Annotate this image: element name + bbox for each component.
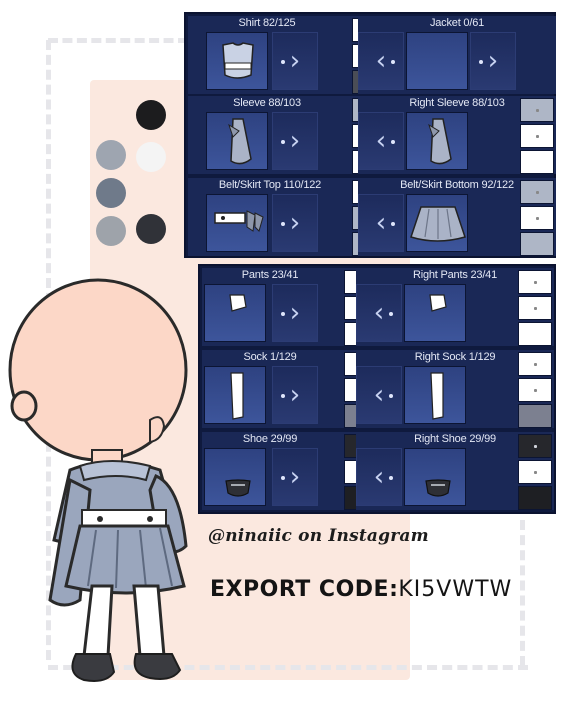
outfit-panel-bottom: Pants 23/41 › Right Pants 23/41 ‹ Sock 1… <box>198 264 556 514</box>
outfit-panel-top: Shirt 82/125 › Jacket 0/61 ‹ › Sleeve 88… <box>184 12 556 258</box>
outfit-cell-shoe[interactable]: Shoe 29/99 › <box>202 432 378 510</box>
color-slot[interactable] <box>518 296 552 320</box>
outfit-cell-jacket[interactable]: Jacket 0/61 ‹ › <box>358 16 556 94</box>
export-code-label: EXPORT CODE: <box>210 577 399 602</box>
cell-label: Belt/Skirt Top 110/122 <box>218 179 322 191</box>
item-preview[interactable] <box>204 366 266 424</box>
prev-item-button[interactable]: ‹ <box>358 112 404 170</box>
color-swatch <box>136 100 166 130</box>
color-slots <box>518 96 554 174</box>
character-leg-right <box>132 584 166 661</box>
next-item-button[interactable]: › <box>470 32 516 90</box>
export-code-line: EXPORT CODE:KI5VWTW <box>210 577 512 602</box>
instagram-credit: @ninaiic on Instagram <box>208 526 429 546</box>
sleeve-icon <box>228 118 252 165</box>
character-ear <box>10 390 38 422</box>
shoe-icon <box>225 479 251 497</box>
sock-icon <box>230 372 244 420</box>
outfit-cell-right-shoe[interactable]: Right Shoe 29/99 ‹ <box>356 432 554 510</box>
next-item-button[interactable]: › <box>272 32 318 90</box>
item-preview[interactable] <box>406 32 468 90</box>
item-preview[interactable] <box>404 284 466 342</box>
next-item-button[interactable]: › <box>272 284 318 342</box>
color-slots <box>516 350 552 428</box>
outfit-cell-sleeve[interactable]: Sleeve 88/103 › <box>188 96 386 174</box>
next-item-button[interactable]: › <box>272 448 318 506</box>
outfit-cell-belt-skirt-top[interactable]: Belt/Skirt Top 110/122 › <box>188 178 386 256</box>
cell-label: Pants 23/41 <box>241 269 299 281</box>
outfit-cell-right-pants[interactable]: Right Pants 23/41 ‹ <box>356 268 554 346</box>
dashed-frame-right <box>520 520 525 666</box>
outfit-cell-right-sock[interactable]: Right Sock 1/129 ‹ <box>356 350 554 428</box>
item-preview[interactable] <box>404 448 466 506</box>
prev-item-button[interactable]: ‹ <box>358 194 404 252</box>
screenshot-stage: Shirt 82/125 › Jacket 0/61 ‹ › Sleeve 88… <box>0 0 564 705</box>
color-slot[interactable] <box>518 404 552 428</box>
color-slot[interactable] <box>520 180 554 204</box>
next-item-button[interactable]: › <box>272 112 318 170</box>
color-slot[interactable] <box>518 486 552 510</box>
sleeve-icon <box>428 118 452 165</box>
color-slots <box>516 432 552 510</box>
outfit-cell-pants[interactable]: Pants 23/41 › <box>202 268 378 346</box>
cell-label: Jacket 0/61 <box>429 17 485 29</box>
prev-item-button[interactable]: ‹ <box>356 366 402 424</box>
color-slot[interactable] <box>520 124 554 148</box>
color-slot[interactable] <box>518 352 552 376</box>
color-swatch <box>96 178 126 208</box>
outfit-cell-shirt[interactable]: Shirt 82/125 › <box>188 16 386 94</box>
cell-label: Sock 1/129 <box>243 351 297 363</box>
color-slot[interactable] <box>518 378 552 402</box>
item-preview[interactable] <box>206 112 268 170</box>
color-slot[interactable] <box>518 434 552 458</box>
color-swatch <box>136 214 166 244</box>
export-code-value: KI5VWTW <box>398 577 513 602</box>
color-swatch <box>96 140 126 170</box>
item-preview[interactable] <box>406 194 468 252</box>
item-preview[interactable] <box>404 366 466 424</box>
sock-icon <box>430 372 444 420</box>
color-slot[interactable] <box>518 322 552 346</box>
character-shoe-left <box>71 653 116 682</box>
item-preview[interactable] <box>204 284 266 342</box>
color-slots <box>518 178 554 256</box>
next-item-button[interactable]: › <box>272 194 318 252</box>
item-preview[interactable] <box>206 194 268 252</box>
color-slot[interactable] <box>520 232 554 256</box>
pants-icon <box>429 294 447 312</box>
item-preview[interactable] <box>206 32 268 90</box>
color-swatch <box>96 216 126 246</box>
shirt-icon <box>222 42 254 79</box>
cell-label: Shirt 82/125 <box>238 17 296 29</box>
prev-item-button[interactable]: ‹ <box>356 284 402 342</box>
character-leg-left <box>82 584 114 661</box>
color-swatch <box>136 142 166 172</box>
color-slot[interactable] <box>520 206 554 230</box>
next-item-button[interactable]: › <box>272 366 318 424</box>
color-slot[interactable] <box>518 270 552 294</box>
item-preview[interactable] <box>204 448 266 506</box>
cell-label: Shoe 29/99 <box>242 433 298 445</box>
outfit-cell-belt-skirt-bottom[interactable]: Belt/Skirt Bottom 92/122 ‹ <box>358 178 556 256</box>
skirt-icon <box>410 206 466 242</box>
prev-item-button[interactable]: ‹ <box>358 32 404 90</box>
belt-icon <box>214 210 264 232</box>
character-shoe-right <box>133 653 182 680</box>
outfit-cell-right-sleeve[interactable]: Right Sleeve 88/103 ‹ <box>358 96 556 174</box>
cell-label: Sleeve 88/103 <box>233 97 301 109</box>
dashed-frame-top <box>48 38 188 43</box>
color-slot[interactable] <box>520 150 554 174</box>
color-slots <box>516 268 552 346</box>
color-slot[interactable] <box>518 460 552 484</box>
pants-icon <box>229 294 247 312</box>
item-preview[interactable] <box>406 112 468 170</box>
color-slot[interactable] <box>520 98 554 122</box>
shoe-icon <box>425 479 451 497</box>
outfit-cell-sock[interactable]: Sock 1/129 › <box>202 350 378 428</box>
prev-item-button[interactable]: ‹ <box>356 448 402 506</box>
